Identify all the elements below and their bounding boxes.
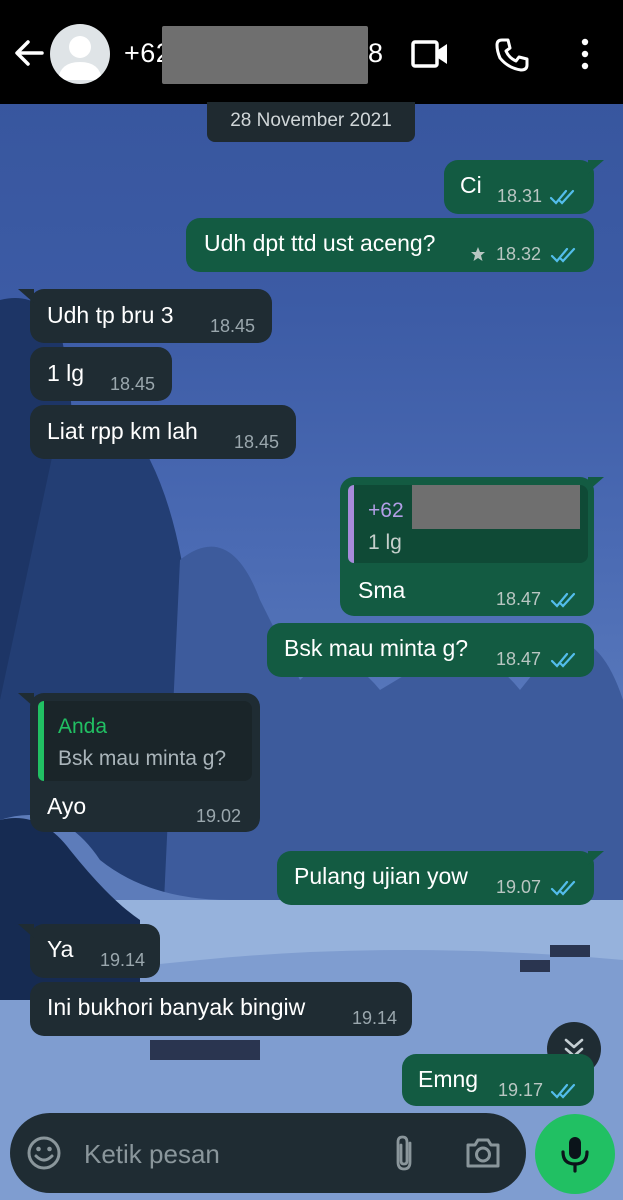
redacted-phone-number <box>162 26 368 84</box>
message-time: 18.45 <box>110 374 156 394</box>
message-time: 18.45 <box>210 316 256 336</box>
message-time: 18.31 <box>497 186 543 206</box>
incoming-message[interactable]: Ya 19.14 <box>18 924 160 978</box>
chat-header: +62 8 <box>0 0 623 104</box>
voice-call-icon[interactable] <box>494 37 530 73</box>
back-arrow-icon[interactable] <box>12 36 46 70</box>
incoming-message[interactable]: Liat rpp km lah 18.45 <box>30 405 296 459</box>
voice-message-button[interactable] <box>535 1114 615 1194</box>
double-check-icon <box>550 1083 576 1099</box>
bubble-tail <box>588 160 604 174</box>
date-separator: 28 November 2021 <box>207 102 415 142</box>
message-time: 19.17 <box>498 1080 544 1100</box>
message-input[interactable]: Ketik pesan <box>84 1139 220 1170</box>
quote-accent-bar <box>348 485 354 563</box>
message-text: Pulang ujian yow <box>294 863 468 889</box>
outgoing-message[interactable]: Pulang ujian yow 19.07 <box>277 851 604 905</box>
message-time: 19.07 <box>496 877 542 897</box>
double-check-icon <box>550 247 576 263</box>
message-time: 18.47 <box>496 649 542 669</box>
bubble-tail <box>588 851 604 865</box>
quote-text: 1 lg <box>368 531 402 554</box>
quote-author: +62 <box>368 499 404 522</box>
incoming-message[interactable]: 1 lg 18.45 <box>30 347 172 401</box>
contact-avatar[interactable] <box>50 24 110 84</box>
outgoing-message[interactable]: Bsk mau minta g? 18.47 <box>267 623 594 677</box>
video-call-icon[interactable] <box>410 38 450 70</box>
message-text: Liat rpp km lah <box>47 418 198 444</box>
outgoing-message[interactable]: Emng 19.17 <box>402 1054 594 1106</box>
message-text: Emng <box>418 1066 479 1092</box>
microphone-icon <box>561 1137 589 1173</box>
quote-text: Bsk mau minta g? <box>58 747 227 770</box>
message-text: Udh dpt ttd ust aceng? <box>204 230 436 256</box>
double-check-icon <box>549 189 575 205</box>
incoming-message[interactable]: Anda Bsk mau minta g? Ayo 19.02 <box>18 693 260 832</box>
message-time: 19.14 <box>352 1008 398 1028</box>
camera-icon[interactable] <box>464 1135 502 1171</box>
double-check-icon <box>550 652 576 668</box>
message-time: 18.32 <box>496 244 542 264</box>
attach-icon[interactable] <box>390 1133 420 1173</box>
incoming-message[interactable]: Ini bukhori banyak bingiw 19.14 <box>30 982 412 1036</box>
bubble-tail <box>18 289 34 303</box>
star-icon <box>471 247 485 261</box>
contact-name-suffix[interactable]: 8 <box>368 38 383 69</box>
outgoing-message[interactable]: Ci 18.31 <box>444 160 604 214</box>
message-composer[interactable]: Ketik pesan <box>10 1113 526 1193</box>
message-text: 1 lg <box>47 360 85 386</box>
redacted-phone-number <box>412 485 580 529</box>
double-check-icon <box>550 592 576 608</box>
bubble-tail <box>18 924 34 938</box>
quote-accent-bar <box>38 701 44 781</box>
message-text: Sma <box>358 577 406 603</box>
outgoing-message[interactable]: +62 1 lg Sma 18.47 <box>340 477 604 616</box>
message-time: 19.14 <box>100 950 146 970</box>
message-text: Ayo <box>47 793 87 819</box>
default-avatar-icon <box>58 36 102 80</box>
message-text: Ini bukhori banyak bingiw <box>47 994 306 1020</box>
double-check-icon <box>550 880 576 896</box>
message-text: Ci <box>460 172 482 198</box>
message-time: 18.45 <box>234 432 280 452</box>
quoted-message[interactable]: +62 1 lg <box>348 485 588 563</box>
quoted-message[interactable]: Anda Bsk mau minta g? <box>38 701 252 781</box>
message-time: 19.02 <box>196 806 242 826</box>
message-text: Ya <box>47 936 74 962</box>
message-text: Udh tp bru 3 <box>47 302 174 328</box>
message-text: Bsk mau minta g? <box>284 635 469 661</box>
message-time: 18.47 <box>496 589 542 609</box>
emoji-icon[interactable] <box>26 1135 62 1171</box>
more-options-icon[interactable] <box>574 36 596 72</box>
incoming-message[interactable]: Udh tp bru 3 18.45 <box>18 289 272 343</box>
outgoing-message[interactable]: Udh dpt ttd ust aceng? 18.32 <box>186 218 594 272</box>
bubble-tail <box>588 477 604 491</box>
quote-author: Anda <box>58 715 108 738</box>
bubble-tail <box>18 693 34 707</box>
